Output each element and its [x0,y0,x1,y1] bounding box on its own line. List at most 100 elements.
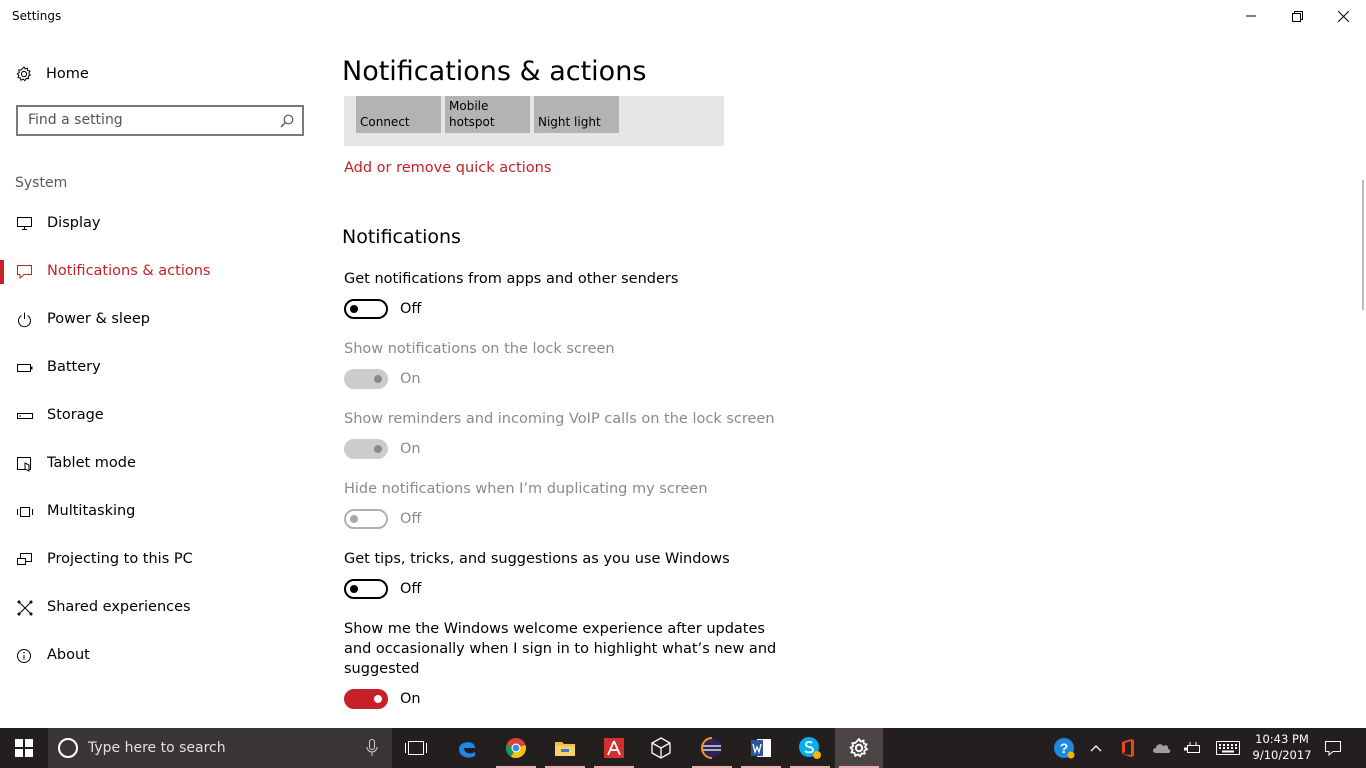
toggle-switch [344,369,388,389]
toggle-state: Off [400,511,422,527]
sidebar-item-multitasking[interactable]: Multitasking [0,492,322,532]
find-setting-search[interactable]: Find a setting [16,105,304,136]
clock-date: 9/10/2017 [1252,748,1312,762]
taskbar-app-acrobat[interactable] [590,728,638,768]
setting-label: Show reminders and incoming VoIP calls o… [344,411,775,427]
sidebar-item-label: About [47,647,90,663]
microphone-icon[interactable] [366,739,378,757]
toggle-switch [344,439,388,459]
tray-power-button[interactable] [1180,728,1206,768]
taskbar-app-file-explorer[interactable] [541,728,589,768]
close-button[interactable] [1320,0,1366,32]
clock-time: 10:43 PM [1255,732,1309,746]
setting-label: Show notifications on the lock screen [344,341,615,357]
info-icon [17,649,31,663]
restore-button[interactable] [1274,0,1320,32]
taskbar-app-eclipse[interactable] [688,728,736,768]
notifications-section-title: Notifications [342,226,461,248]
sidebar-item-label: Projecting to this PC [47,551,193,567]
close-icon [1337,10,1349,22]
taskbar-app-word[interactable] [737,728,785,768]
toggle-switch[interactable] [344,689,388,709]
sidebar: Home Find a setting System Display Notif… [0,32,322,728]
sidebar-item-label: Tablet mode [47,455,136,471]
sidebar-item-shared-experiences[interactable]: Shared experiences [0,588,322,628]
sidebar-item-about[interactable]: About [0,636,322,676]
toggle-switch[interactable] [344,579,388,599]
toggle-switch[interactable] [344,299,388,319]
sidebar-item-label: Display [47,215,101,231]
sidebar-item-power-sleep[interactable]: Power & sleep [0,300,322,340]
setting-app-notifications: Get notifications from apps and other se… [344,269,804,321]
task-view-button[interactable] [392,728,440,768]
sidebar-item-display[interactable]: Display [0,204,322,244]
projecting-icon [17,553,32,565]
quick-action-tile[interactable]: Night light [534,96,619,133]
active-indicator [0,260,4,284]
setting-label: Get notifications from apps and other se… [344,271,679,287]
quick-action-label: Night light [538,115,601,129]
section-label-system: System [15,175,68,191]
monitor-icon [17,217,32,230]
start-button[interactable] [0,728,48,768]
setting-label: Get tips, tricks, and suggestions as you… [344,551,730,567]
setting-lock-screen-notifications: Show notifications on the lock screen On [344,339,804,391]
home-nav-item[interactable]: Home [16,62,89,86]
taskbar-app-skype[interactable] [786,728,834,768]
action-center-button[interactable] [1320,728,1346,768]
eclipse-icon [701,737,722,759]
sidebar-item-storage[interactable]: Storage [0,396,322,436]
storage-icon [17,413,33,419]
file-explorer-icon [555,742,575,756]
toggle-state: On [400,441,421,457]
minimize-icon [1246,15,1256,17]
tray-show-hidden-button[interactable] [1084,728,1108,768]
taskbar-search-placeholder: Type here to search [88,740,226,756]
toggle-state: On [400,691,421,707]
add-remove-quick-actions-link[interactable]: Add or remove quick actions [344,160,551,176]
quick-action-label: Mobile hotspot [449,99,495,129]
task-view-icon [405,741,427,755]
sidebar-item-tablet-mode[interactable]: Tablet mode [0,444,322,484]
battery-icon [17,364,33,372]
sidebar-item-label: Shared experiences [47,599,191,615]
toggle-state: Off [400,301,422,317]
search-placeholder: Find a setting [28,112,123,128]
settings-window: Settings Home Find a setting System Disp… [0,0,1366,728]
taskbar-app-edge[interactable] [443,728,491,768]
action-center-icon [1325,741,1341,756]
sidebar-item-battery[interactable]: Battery [0,348,322,388]
virtualbox-icon [651,737,671,759]
toggle-state: Off [400,581,422,597]
tray-office-button[interactable] [1116,728,1140,768]
sidebar-item-projecting[interactable]: Projecting to this PC [0,540,322,580]
office-icon [1122,739,1134,757]
quick-action-tile[interactable]: Mobile hotspot [445,96,530,133]
svg-text:?: ? [1060,740,1069,756]
acrobat-icon [604,738,624,758]
shared-experiences-icon [17,600,33,616]
toggle-state: On [400,371,421,387]
minimize-button[interactable] [1228,0,1274,32]
word-icon [751,739,771,757]
taskbar-app-chrome[interactable] [492,728,540,768]
sidebar-item-notifications[interactable]: Notifications & actions [0,252,322,292]
setting-welcome-experience: Show me the Windows welcome experience a… [344,619,794,711]
restore-icon [1291,10,1303,22]
power-plug-icon [1184,742,1200,753]
taskbar-clock[interactable]: 10:43 PM 9/10/2017 [1248,731,1316,763]
taskbar-app-settings[interactable] [835,728,883,768]
quick-actions-panel: Connect Mobile hotspot Night light [344,96,724,146]
tablet-mode-icon [17,457,31,472]
power-icon [18,312,31,328]
window-title: Settings [12,9,62,23]
edge-icon [459,742,475,758]
taskbar-search-box[interactable]: Type here to search [48,728,392,768]
quick-action-tile[interactable]: Connect [356,96,441,133]
taskbar-app-virtualbox[interactable] [637,728,685,768]
tray-help-button[interactable]: ? [1048,728,1080,768]
scrollbar[interactable] [1362,180,1364,310]
tray-keyboard-button[interactable] [1212,728,1244,768]
toggle-switch [344,509,388,529]
tray-onedrive-button[interactable] [1148,728,1176,768]
